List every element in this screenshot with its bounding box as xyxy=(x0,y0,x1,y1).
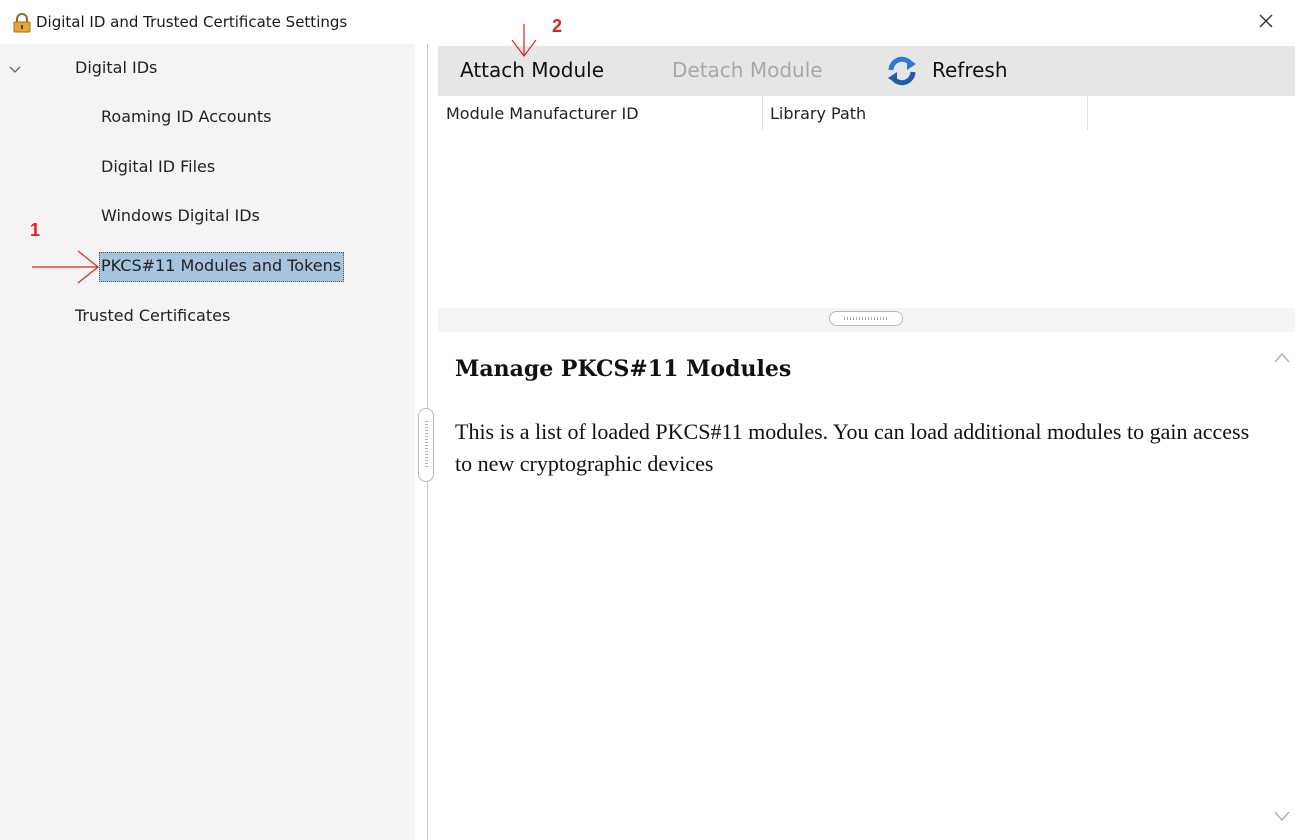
annotation-number-1: 1 xyxy=(30,220,41,240)
tree-item-roaming-id-accounts[interactable]: Roaming ID Accounts xyxy=(101,107,271,126)
refresh-button[interactable]: Refresh xyxy=(932,58,1008,82)
vertical-splitter-handle[interactable] xyxy=(418,408,434,482)
description-panel: Manage PKCS#11 Modules This is a list of… xyxy=(438,332,1268,840)
annotation-arrow-right-icon xyxy=(32,250,99,284)
chevron-down-icon[interactable] xyxy=(8,62,22,76)
annotation-arrow-down-icon xyxy=(511,24,537,57)
tree-item-digital-ids[interactable]: Digital IDs xyxy=(75,58,157,77)
refresh-icon[interactable] xyxy=(886,55,918,87)
close-icon[interactable] xyxy=(1255,10,1277,32)
description-text: This is a list of loaded PKCS#11 modules… xyxy=(455,419,1250,476)
tree-item-windows-digital-ids[interactable]: Windows Digital IDs xyxy=(101,206,260,225)
tree-item-trusted-certificates[interactable]: Trusted Certificates xyxy=(75,306,230,325)
horizontal-splitter-handle[interactable] xyxy=(829,311,903,326)
toolbar: Attach Module Detach Module Refresh xyxy=(438,46,1295,96)
scroll-down-icon[interactable] xyxy=(1272,808,1292,824)
tree-item-digital-id-files[interactable]: Digital ID Files xyxy=(101,157,215,176)
description-scrollbar[interactable] xyxy=(1268,332,1295,840)
column-divider[interactable] xyxy=(1087,96,1088,130)
tree-item-pkcs11-modules[interactable]: PKCS#11 Modules and Tokens xyxy=(99,252,345,282)
horizontal-splitter[interactable] xyxy=(438,308,1295,332)
modules-table: Module Manufacturer ID Library Path xyxy=(438,96,1295,308)
column-header-library-path[interactable]: Library Path xyxy=(762,96,1087,130)
grip-icon xyxy=(844,317,888,320)
scroll-up-icon[interactable] xyxy=(1272,350,1292,366)
column-header-manufacturer-id[interactable]: Module Manufacturer ID xyxy=(438,96,762,130)
lock-icon xyxy=(13,13,31,33)
attach-module-button[interactable]: Attach Module xyxy=(460,58,604,82)
annotation-number-2: 2 xyxy=(552,16,563,36)
description-title: Manage PKCS#11 Modules xyxy=(455,356,792,382)
detach-module-button[interactable]: Detach Module xyxy=(672,58,823,82)
grip-icon xyxy=(425,421,428,469)
window-title: Digital ID and Trusted Certificate Setti… xyxy=(36,13,348,31)
title-bar: Digital ID and Trusted Certificate Setti… xyxy=(0,0,1295,44)
